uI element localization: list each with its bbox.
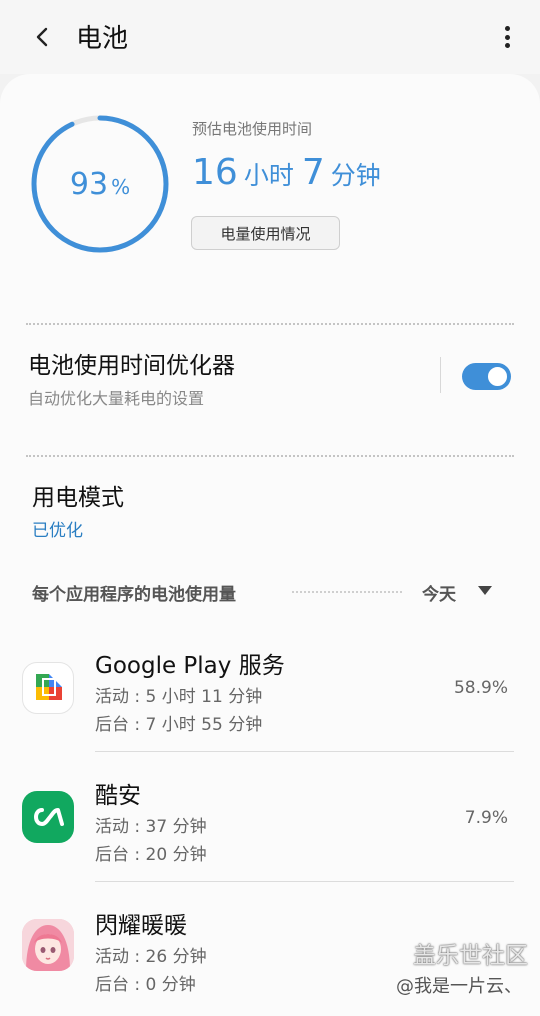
estimate-minutes: 7 [301, 152, 325, 193]
estimate-hours-unit: 小时 [243, 161, 294, 190]
header-dotted-line [292, 591, 402, 593]
divider [26, 323, 514, 325]
app-active-time: 活动 : 5 小时 11 分钟 [95, 687, 263, 707]
estimate-label: 预估电池使用时间 [192, 120, 313, 138]
battery-usage-button[interactable]: 电量使用情况 [191, 216, 340, 250]
app-name: 酷安 [95, 783, 141, 809]
chevron-left-icon[interactable] [26, 20, 60, 54]
per-app-header: 每个应用程序的电池使用量 [32, 585, 236, 605]
app-row-coolapk[interactable]: 酷安 活动 : 37 分钟 后台 : 20 分钟 7.9% [0, 762, 540, 892]
power-mode-title[interactable]: 用电模式 [32, 478, 124, 512]
battery-percent: 93 [69, 166, 109, 202]
more-vert-icon[interactable] [500, 22, 514, 52]
battery-ring: 93% [30, 114, 170, 254]
page-title: 电池 [76, 24, 129, 54]
optimizer-title[interactable]: 电池使用时间优化器 [28, 346, 235, 380]
app-row-google-play-services[interactable]: Google Play 服务 活动 : 5 小时 11 分钟 后台 : 7 小时… [0, 632, 540, 762]
estimate-minutes-unit: 分钟 [330, 161, 381, 190]
optimizer-toggle[interactable] [462, 363, 511, 390]
row-divider [95, 881, 514, 882]
divider [26, 455, 514, 457]
toggle-knob [486, 365, 509, 388]
dropdown-arrow-icon[interactable] [478, 586, 492, 595]
watermark-community: 盖乐世社区 [413, 943, 528, 969]
google-play-services-icon [22, 662, 74, 714]
app-usage-percent: 7.9% [464, 808, 508, 828]
app-active-time: 活动 : 37 分钟 [95, 817, 207, 837]
shining-nikki-icon [22, 919, 74, 971]
app-background-time: 后台 : 0 分钟 [95, 975, 196, 995]
estimate-time: 16 小时 7 分钟 [192, 152, 389, 193]
optimizer-subtitle: 自动优化大量耗电的设置 [28, 389, 205, 408]
app-background-time: 后台 : 7 小时 55 分钟 [95, 715, 263, 735]
app-usage-percent: 58.9% [453, 678, 508, 698]
row-divider [95, 751, 514, 752]
vertical-divider [440, 357, 441, 393]
app-active-time: 活动 : 26 分钟 [95, 947, 207, 967]
app-bar: 电池 [0, 0, 540, 74]
app-name: Google Play 服务 [95, 653, 285, 679]
watermark-author: @我是一片云、 [396, 976, 522, 997]
power-mode-value: 已优化 [32, 521, 83, 541]
coolapk-icon [22, 791, 74, 843]
battery-percent-unit: % [111, 175, 131, 199]
app-background-time: 后台 : 20 分钟 [95, 845, 207, 865]
estimate-hours: 16 [192, 152, 238, 193]
period-selector[interactable]: 今天 [422, 580, 456, 605]
app-name: 閃耀暖暖 [95, 913, 187, 939]
